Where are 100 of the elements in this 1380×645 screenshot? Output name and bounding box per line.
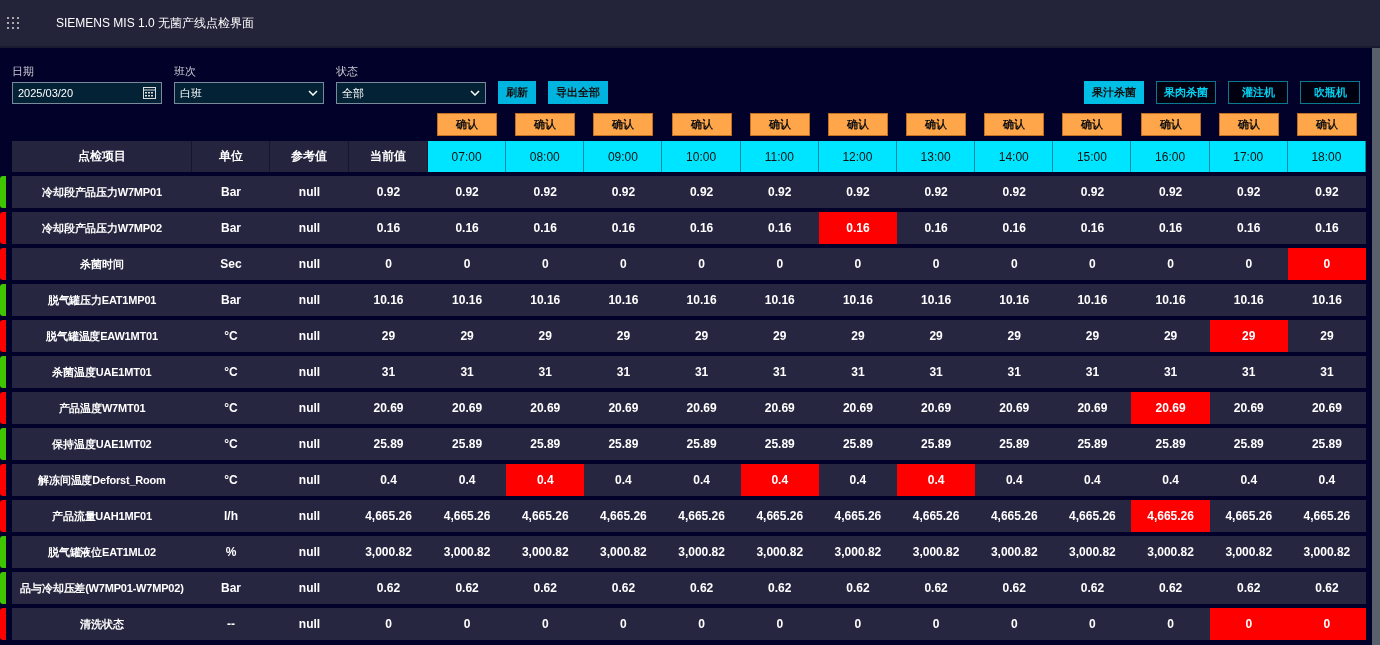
confirm-button[interactable]: 确认 xyxy=(1218,113,1279,136)
table-cell-text: 10.16 xyxy=(685,292,718,309)
confirm-button[interactable]: 确认 xyxy=(515,113,576,136)
line-tab[interactable]: 果肉杀菌 xyxy=(1156,81,1216,104)
table-cell-text: 0.16 xyxy=(375,220,402,237)
table-cell-text: 20.69 xyxy=(998,400,1031,417)
select-field[interactable]: 全部 xyxy=(336,82,486,104)
table-cell-text: 0.92 xyxy=(1236,184,1262,201)
table-cell-text: °C xyxy=(223,364,239,381)
line-tab[interactable]: 吹瓶机 xyxy=(1300,81,1360,104)
confirm-button[interactable]: 确认 xyxy=(827,113,888,136)
table-cell-text: 20.69 xyxy=(607,400,640,417)
table-cell-text: 解冻间温度Deforst_Room xyxy=(37,472,167,488)
table-cell-text: 20.69 xyxy=(372,400,405,417)
table-cell-text: 3,000.82 xyxy=(755,544,805,561)
table-cell-text: 3,000.82 xyxy=(677,544,726,561)
table-cell-text: 4,665.26 xyxy=(911,508,961,525)
table-cell-text: 3,000.82 xyxy=(1302,544,1352,561)
table-cell-text: 10.16 xyxy=(451,292,484,309)
table-cell-text: 31 xyxy=(1241,364,1257,381)
table-cell-text: 4,665.26 xyxy=(1224,508,1274,525)
table-cell-text: null xyxy=(297,256,322,273)
table-cell-text: 3,000.82 xyxy=(989,544,1039,561)
table-cell-text: 0.92 xyxy=(454,184,480,201)
table-cell-text: 3,000.82 xyxy=(1068,544,1117,561)
table-cell-text: 10.16 xyxy=(1232,292,1265,309)
table-cell-text: 31 xyxy=(850,364,866,381)
confirm-button[interactable]: 确认 xyxy=(1140,113,1201,136)
table-cell-text: null xyxy=(297,220,322,237)
table-cell-text: 10.16 xyxy=(1310,292,1343,309)
table-cell-text: 0.4 xyxy=(692,472,711,489)
export-button[interactable]: 导出全部 xyxy=(548,81,608,104)
table-cell-text: 0 xyxy=(1166,256,1175,273)
confirm-button[interactable]: 确认 xyxy=(749,113,810,136)
confirm-button[interactable]: 确认 xyxy=(906,113,967,136)
table-cell: 4,665.26 xyxy=(1131,500,1210,532)
table-cell-text: Sec xyxy=(219,256,243,273)
table-cell-text: 4,665.26 xyxy=(520,508,570,525)
table-cell-text: 0 xyxy=(931,256,941,273)
table-cell-text: 3,000.82 xyxy=(364,544,413,561)
table-cell-text: 0.16 xyxy=(532,220,558,237)
table-cell-text: 31 xyxy=(772,364,788,381)
table-cell-text: null xyxy=(297,436,322,453)
table-cell-text: Bar xyxy=(220,292,242,309)
table-cell-text: 0 xyxy=(775,616,785,633)
table-cell-text: 0 xyxy=(853,616,863,633)
confirm-button[interactable]: 确认 xyxy=(1062,113,1123,136)
table-cell-text: 25.89 xyxy=(998,436,1031,453)
table-cell-text: 4,665.26 xyxy=(989,508,1039,525)
table-cell-text: 31 xyxy=(380,364,397,381)
table-cell-text: 10.16 xyxy=(998,292,1031,309)
table-cell-text: 0 xyxy=(775,256,785,273)
table-cell-text: null xyxy=(297,508,322,525)
table-cell-text: 0.62 xyxy=(688,580,715,597)
line-tab[interactable]: 灌注机 xyxy=(1228,81,1288,104)
confirm-button[interactable]: 确认 xyxy=(593,113,654,136)
table-cell-text: 29 xyxy=(1006,328,1022,345)
table-cell-text: 10.16 xyxy=(529,292,562,309)
table-cell-text: 29 xyxy=(928,328,944,345)
table-cell: 20.69 xyxy=(1131,392,1210,424)
table-cell-text: 0 xyxy=(1244,256,1254,273)
line-tab[interactable]: 果汁杀菌 xyxy=(1084,81,1144,104)
scrollbar[interactable] xyxy=(1372,48,1380,645)
date-field[interactable]: 2025/03/20 xyxy=(12,82,162,104)
table-cell-text: 29 xyxy=(1319,328,1335,345)
column-header: 参考值 xyxy=(270,141,349,172)
table-cell-text: 0 xyxy=(1088,256,1097,273)
table-cell-text: 20.69 xyxy=(763,400,796,417)
table-cell-text: 10.16 xyxy=(607,292,640,309)
table-cell-text: 3,000.82 xyxy=(1224,544,1274,561)
refresh-button[interactable]: 刷新 xyxy=(498,81,536,104)
select-field[interactable]: 白班 xyxy=(174,82,324,104)
table-cell-text: 0.62 xyxy=(1001,580,1027,597)
table-cell-text: 0.4 xyxy=(1239,472,1259,489)
table-cell-text: l/h xyxy=(223,508,239,525)
table-cell-text: 20.69 xyxy=(1232,400,1265,417)
confirm-button[interactable]: 确认 xyxy=(671,113,732,136)
table-cell-text: null xyxy=(297,580,322,597)
table-cell-text: null xyxy=(297,364,322,381)
table-cell-text: 20.69 xyxy=(685,400,718,417)
table-cell-text: 29 xyxy=(380,328,397,345)
confirm-button[interactable]: 确认 xyxy=(984,113,1045,136)
table-cell-text: 0.92 xyxy=(688,184,715,201)
filter-label: 班次 xyxy=(174,64,197,79)
calendar-icon xyxy=(143,87,156,99)
table-cell-text: 29 xyxy=(537,328,553,345)
confirm-button[interactable]: 确认 xyxy=(1296,113,1357,136)
table-cell-text: 25.89 xyxy=(763,436,796,453)
table-cell-text: 0.4 xyxy=(1161,472,1180,489)
confirm-button[interactable]: 确认 xyxy=(437,113,498,136)
table-cell-text: 10.16 xyxy=(1154,292,1187,309)
menu-icon[interactable] xyxy=(6,16,20,30)
table-cell-text: 4,665.26 xyxy=(833,508,883,525)
table-cell-text: 0.62 xyxy=(1079,580,1106,597)
table-cell-text: 25.89 xyxy=(1310,436,1343,453)
table-cell-text: 0.92 xyxy=(1157,184,1184,201)
table-cell-text: 0.4 xyxy=(1004,472,1024,489)
table-cell-text: 0 xyxy=(697,616,706,633)
hour-header: 10:00 xyxy=(662,141,741,172)
table-cell-text: 0 xyxy=(619,616,628,633)
